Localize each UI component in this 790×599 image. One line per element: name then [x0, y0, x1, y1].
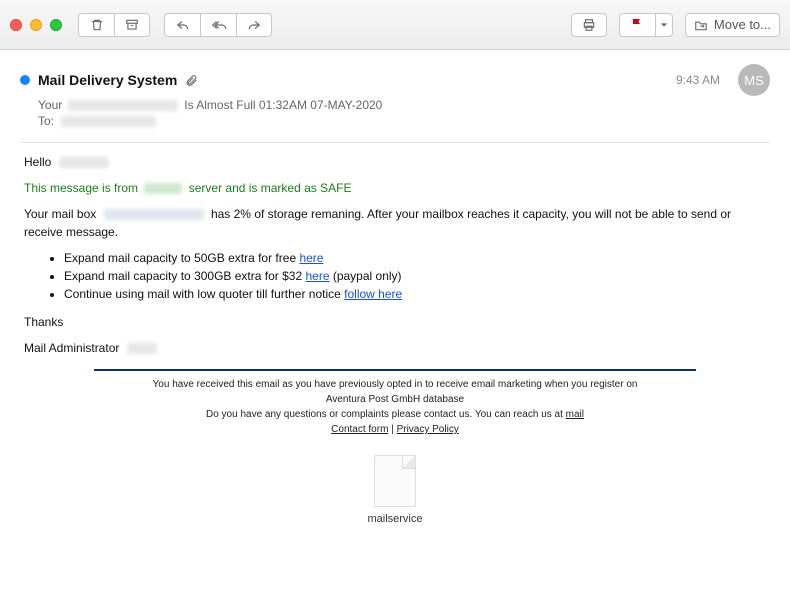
redacted-to [61, 116, 156, 127]
redacted-address [68, 100, 178, 111]
minimize-window-button[interactable] [30, 19, 42, 31]
list-item: Continue using mail with low quoter till… [64, 285, 766, 303]
reply-button[interactable] [164, 13, 200, 37]
footer-line-3: Do you have any questions or complaints … [24, 407, 766, 422]
to-line: To: [38, 114, 770, 128]
redacted-name [59, 157, 109, 168]
forward-icon [247, 19, 261, 31]
subject-line: Your Is Almost Full 01:32AM 07-MAY-2020 [38, 98, 770, 112]
reply-all-button[interactable] [200, 13, 236, 37]
toolbar-delete-group [78, 13, 150, 37]
continue-link[interactable]: follow here [344, 287, 402, 301]
print-button[interactable] [571, 13, 607, 37]
footer: You have received this email as you have… [24, 377, 766, 437]
reply-icon [176, 19, 190, 31]
flag-button[interactable] [619, 13, 655, 37]
footer-separator [94, 369, 696, 371]
footer-links: Contact form | Privacy Policy [24, 422, 766, 437]
footer-line-1: You have received this email as you have… [24, 377, 766, 392]
file-icon [374, 455, 416, 507]
expand-300gb-link[interactable]: here [305, 269, 329, 283]
attachment-filename: mailservice [24, 511, 766, 528]
forward-button[interactable] [236, 13, 272, 37]
moveto-label: Move to... [714, 17, 771, 32]
list-item: Expand mail capacity to 50GB extra for f… [64, 249, 766, 267]
moveto-button[interactable]: Move to... [685, 13, 780, 37]
redacted-server [144, 183, 182, 194]
message-body: Hello This message is from server and is… [20, 153, 770, 528]
subject-suffix: Is Almost Full 01:32AM 07-MAY-2020 [184, 98, 382, 112]
titlebar: Move to... [0, 0, 790, 50]
avatar: MS [738, 64, 770, 96]
footer-line-2: Aventura Post GmbH database [24, 392, 766, 407]
message-viewer: Mail Delivery System 9:43 AM MS Your Is … [0, 50, 790, 538]
trash-icon [90, 18, 104, 32]
toolbar-reply-group [164, 13, 272, 37]
flag-menu-button[interactable] [655, 13, 673, 37]
list-item: Expand mail capacity to 300GB extra for … [64, 267, 766, 285]
maximize-window-button[interactable] [50, 19, 62, 31]
reply-all-icon [211, 19, 227, 31]
privacy-policy-link[interactable]: Privacy Policy [397, 424, 459, 435]
message-time: 9:43 AM [676, 73, 720, 87]
expand-50gb-link[interactable]: here [299, 251, 323, 265]
signoff: Mail Administrator [24, 339, 766, 357]
safe-banner: This message is from server and is marke… [24, 179, 766, 197]
flag-icon [631, 18, 643, 32]
header-separator [20, 142, 770, 143]
mail-link[interactable]: mail [566, 409, 584, 420]
delete-button[interactable] [78, 13, 114, 37]
options-list: Expand mail capacity to 50GB extra for f… [64, 249, 766, 303]
printer-icon [582, 18, 596, 32]
message-header: Mail Delivery System 9:43 AM MS [20, 64, 770, 96]
storage-warning: Your mail box has 2% of storage remaning… [24, 205, 766, 241]
attachment-preview[interactable]: mailservice [24, 455, 766, 528]
folder-move-icon [694, 19, 708, 31]
attachment-icon [185, 74, 198, 87]
subject-prefix: Your [38, 98, 62, 112]
redacted-admin [127, 343, 157, 354]
window-controls [10, 19, 62, 31]
chevron-down-icon [660, 21, 668, 29]
flag-group [619, 13, 673, 37]
close-window-button[interactable] [10, 19, 22, 31]
redacted-mailbox [104, 209, 204, 220]
greeting: Hello [24, 153, 766, 171]
archive-button[interactable] [114, 13, 150, 37]
archive-icon [125, 18, 139, 32]
sender-name: Mail Delivery System [38, 72, 177, 88]
thanks-line: Thanks [24, 313, 766, 331]
unread-indicator [20, 75, 30, 85]
to-label: To: [38, 114, 54, 128]
contact-form-link[interactable]: Contact form [331, 424, 388, 435]
